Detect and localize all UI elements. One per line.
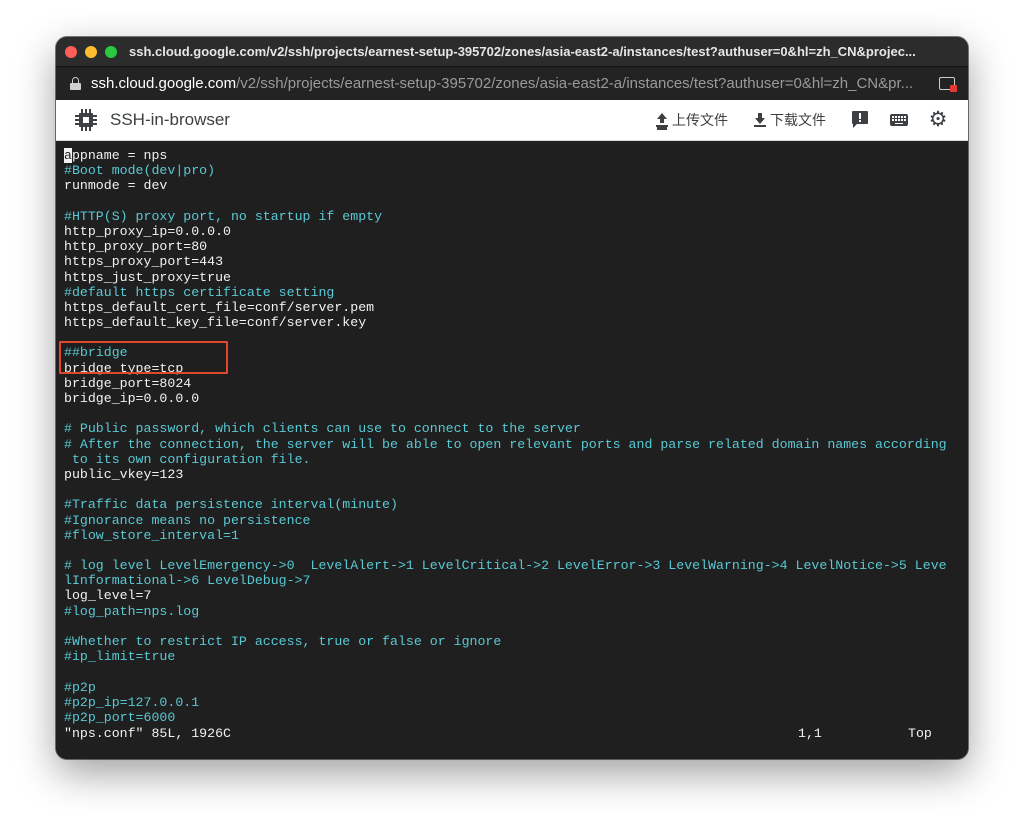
url-host: ssh.cloud.google.com xyxy=(91,75,237,92)
terminal-line: lInformational->6 LevelDebug->7 xyxy=(64,573,311,589)
terminal-line: #Ignorance means no persistence xyxy=(64,512,311,528)
status-cursor-position: 1,1 xyxy=(798,725,822,741)
browser-window: ssh.cloud.google.com/v2/ssh/projects/ear… xyxy=(56,37,968,759)
download-file-button[interactable]: 下载文件 xyxy=(754,110,826,130)
upload-icon xyxy=(656,113,668,127)
terminal-line: http_proxy_ip=0.0.0.0 xyxy=(64,223,231,239)
highlight-box xyxy=(59,341,228,374)
terminal-line: #log_path=nps.log xyxy=(64,603,200,619)
window-title: ssh.cloud.google.com/v2/ssh/projects/ear… xyxy=(129,44,916,59)
ssh-toolbar: SSH-in-browser 上传文件 下载文件 ⚙ xyxy=(56,100,968,141)
zoom-window-button[interactable] xyxy=(105,45,117,58)
download-file-label: 下载文件 xyxy=(770,112,826,128)
feedback-icon[interactable] xyxy=(852,111,870,129)
terminal-line: https_proxy_port=443 xyxy=(64,254,224,270)
upload-file-label: 上传文件 xyxy=(672,112,728,128)
keyboard-icon[interactable] xyxy=(890,111,908,129)
gear-icon[interactable]: ⚙ xyxy=(928,109,948,130)
terminal-line: to its own configuration file. xyxy=(64,451,311,467)
close-window-button[interactable] xyxy=(65,45,77,58)
terminal-line: appname = nps xyxy=(64,148,968,163)
terminal-line: #p2p xyxy=(64,679,96,695)
terminal-cursor: a xyxy=(64,148,72,163)
terminal-line: # After the connection, the server will … xyxy=(64,436,947,452)
terminal-line: http_proxy_port=80 xyxy=(64,239,208,255)
terminal-line: #default https certificate setting xyxy=(64,284,335,300)
address-bar[interactable]: ssh.cloud.google.com/v2/ssh/projects/ear… xyxy=(56,67,968,100)
terminal-lines: #Boot mode(dev|pro) runmode = dev #HTTP(S)… xyxy=(64,163,968,725)
status-file-info: "nps.conf" 85L, 1926C xyxy=(64,725,231,741)
terminal-line: # log level LevelEmergency->0 LevelAlert… xyxy=(64,558,947,574)
terminal-line: log_level=7 xyxy=(64,588,152,604)
window-controls xyxy=(56,45,117,58)
chip-icon xyxy=(74,108,98,132)
terminal-line: #Boot mode(dev|pro) xyxy=(64,163,216,179)
lock-icon[interactable] xyxy=(70,77,81,90)
terminal-line: bridge_port=8024 xyxy=(64,375,192,391)
terminal[interactable]: appname = nps #Boot mode(dev|pro) runmode… xyxy=(56,141,968,759)
terminal-line: public_vkey=123 xyxy=(64,466,184,482)
status-scroll-indicator: Top xyxy=(908,725,932,741)
app-title: SSH-in-browser xyxy=(110,110,230,129)
terminal-line: #HTTP(S) proxy port, no startup if empty xyxy=(64,208,383,224)
minimize-window-button[interactable] xyxy=(85,45,97,58)
url-path: /v2/ssh/projects/earnest-setup-395702/zo… xyxy=(236,75,914,92)
terminal-line: runmode = dev xyxy=(64,178,168,194)
terminal-line: #Whether to restrict IP access, true or … xyxy=(64,634,502,649)
terminal-line: #Traffic data persistence interval(minut… xyxy=(64,497,398,513)
title-bar: ssh.cloud.google.com/v2/ssh/projects/ear… xyxy=(56,37,968,67)
terminal-line: bridge_ip=0.0.0.0 xyxy=(64,391,200,406)
terminal-line: https_default_cert_file=conf/server.pem xyxy=(64,299,375,315)
vim-status-line: "nps.conf" 85L, 1926C 1,1 Top xyxy=(64,726,944,741)
terminal-line: https_just_proxy=true xyxy=(64,269,231,285)
terminal-line: #p2p_ip=127.0.0.1 xyxy=(64,694,200,710)
upload-file-button[interactable]: 上传文件 xyxy=(656,110,728,130)
terminal-line: #flow_store_interval=1 xyxy=(64,527,239,543)
terminal-line: # Public password, which clients can use… xyxy=(64,421,581,437)
download-icon xyxy=(754,113,766,127)
terminal-line: #p2p_port=6000 xyxy=(64,709,176,725)
url-text[interactable]: ssh.cloud.google.com/v2/ssh/projects/ear… xyxy=(91,75,929,92)
cast-icon[interactable] xyxy=(939,77,957,92)
terminal-line: #ip_limit=true xyxy=(64,649,176,665)
terminal-line: https_default_key_file=conf/server.key xyxy=(64,315,367,331)
terminal-line-text: ppname = nps xyxy=(71,148,168,163)
